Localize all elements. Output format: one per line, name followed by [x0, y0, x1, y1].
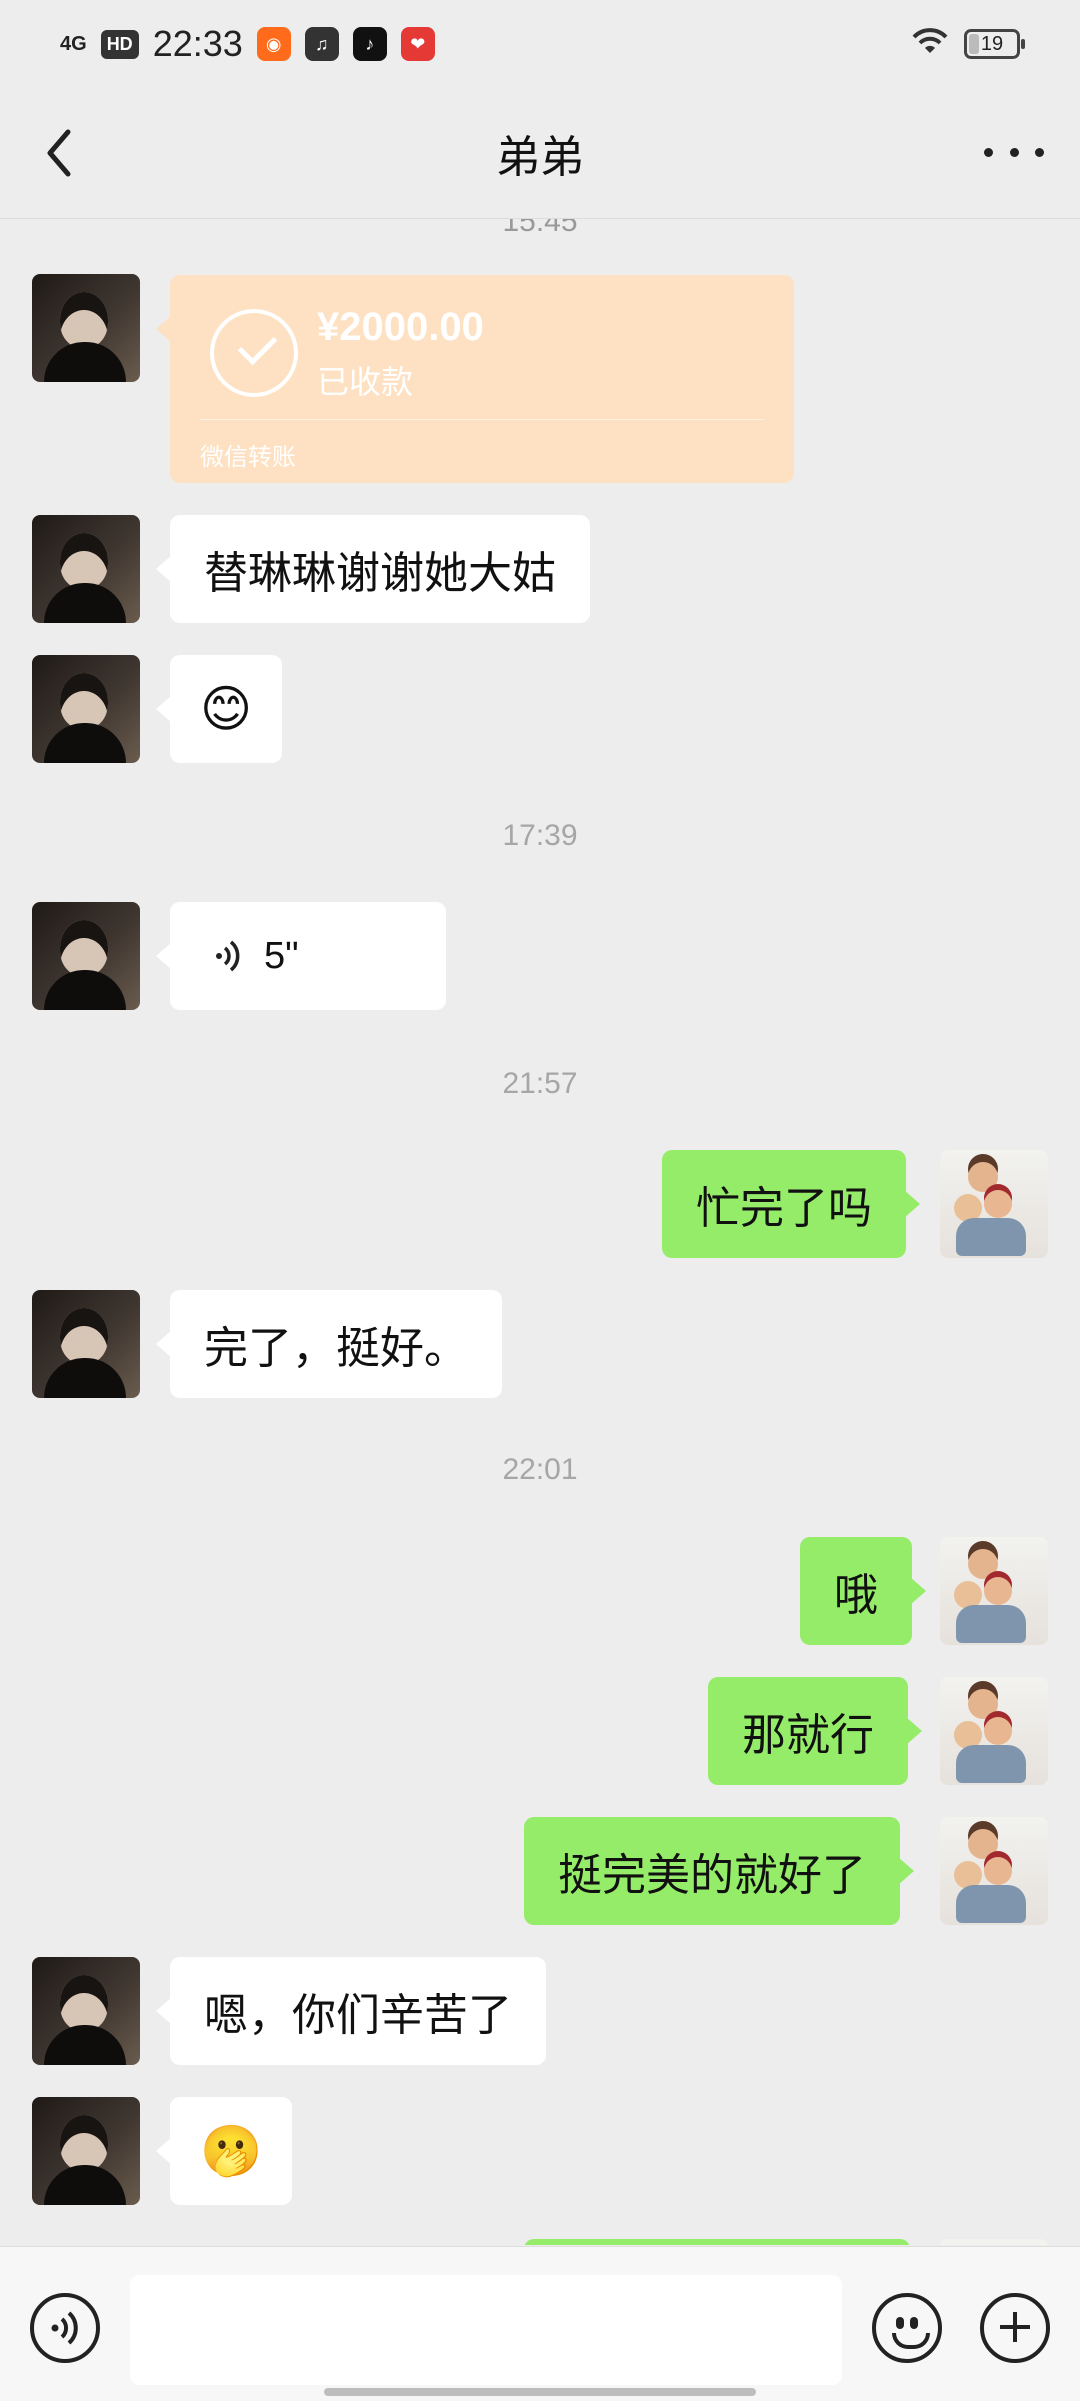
time-stamp: 21:57: [502, 1067, 578, 1100]
input-toolbar: [0, 2246, 1080, 2401]
app-icon-music: ♫: [304, 27, 339, 61]
battery-icon: 19: [964, 29, 1025, 59]
message-received[interactable]: 嗯，你们辛苦了: [156, 1957, 546, 2065]
avatar-contact[interactable]: [32, 274, 140, 382]
transfer-divider: [200, 419, 764, 420]
avatar-self[interactable]: [940, 1150, 1048, 1258]
transfer-status: 已收款: [317, 364, 414, 400]
home-indicator[interactable]: [324, 2388, 756, 2396]
avatar-contact[interactable]: [32, 655, 140, 763]
status-left: 4G HD 22:33 ◉ ♫ ♪ ❤: [60, 23, 435, 65]
time: 22:33: [152, 23, 243, 64]
network-label: 4G: [60, 33, 87, 55]
back-icon[interactable]: [36, 126, 86, 180]
app-icon-douyin: ♪: [352, 27, 387, 61]
time-stamp: 17:39: [502, 819, 578, 852]
message-sent[interactable]: 忙完了吗: [662, 1150, 920, 1258]
chat-header: 弟弟: [0, 88, 1080, 219]
message-sent[interactable]: 哦: [800, 1537, 926, 1645]
avatar-self-partial[interactable]: [940, 2239, 1048, 2245]
check-icon: [210, 309, 298, 397]
transfer-card[interactable]: ¥2000.00 已收款 微信转账: [156, 275, 794, 483]
avatar-self[interactable]: [940, 1817, 1048, 1925]
transfer-amount: ¥2000.00: [317, 305, 484, 349]
chat-messages: 15:45 ¥2000.00 已收款 微信转账 替琳琳谢谢她大姑 😊 17:39…: [0, 219, 1080, 2245]
message-input[interactable]: [130, 2275, 842, 2385]
message-sent[interactable]: 挺完美的就好了: [524, 1817, 914, 1925]
chat-title: 弟弟: [496, 133, 584, 182]
avatar-contact[interactable]: [32, 1957, 140, 2065]
time-stamp-partial: 15:45: [502, 219, 578, 238]
message-emoji[interactable]: 😊: [155, 655, 283, 763]
avatar-contact[interactable]: [32, 2097, 140, 2205]
status-bar: 4G HD 22:33 ◉ ♫ ♪ ❤ 19: [0, 0, 1080, 88]
wifi-icon: [910, 23, 950, 65]
avatar-self[interactable]: [940, 1537, 1048, 1645]
hd-label: HD: [100, 29, 139, 59]
app-icon-heart: ❤: [400, 27, 435, 61]
message-received[interactable]: 替琳琳谢谢她大姑: [156, 515, 590, 623]
message-sent-partial[interactable]: [524, 2239, 910, 2245]
battery-level: 19: [980, 32, 1004, 55]
voice-duration: 5": [264, 934, 299, 977]
voice-wave-icon: [214, 938, 244, 974]
message-received[interactable]: 完了，挺好。: [156, 1290, 502, 1398]
app-icon-kuaishou: ◉: [256, 27, 291, 61]
time-stamp: 22:01: [502, 1453, 578, 1486]
avatar-contact[interactable]: [32, 515, 140, 623]
transfer-label: 微信转账: [200, 444, 296, 471]
message-sent[interactable]: 那就行: [708, 1677, 922, 1785]
emoji-icon[interactable]: [872, 2293, 942, 2363]
avatar-self[interactable]: [940, 1677, 1048, 1785]
status-right: 19: [910, 23, 1025, 65]
avatar-contact[interactable]: [32, 1290, 140, 1398]
voice-input-icon[interactable]: [30, 2293, 100, 2363]
message-emoji[interactable]: 🫢: [155, 2097, 293, 2205]
voice-message[interactable]: 5": [156, 902, 446, 1010]
avatar-contact[interactable]: [32, 902, 140, 1010]
plus-icon[interactable]: [980, 2293, 1050, 2363]
more-icon[interactable]: [984, 132, 1044, 172]
